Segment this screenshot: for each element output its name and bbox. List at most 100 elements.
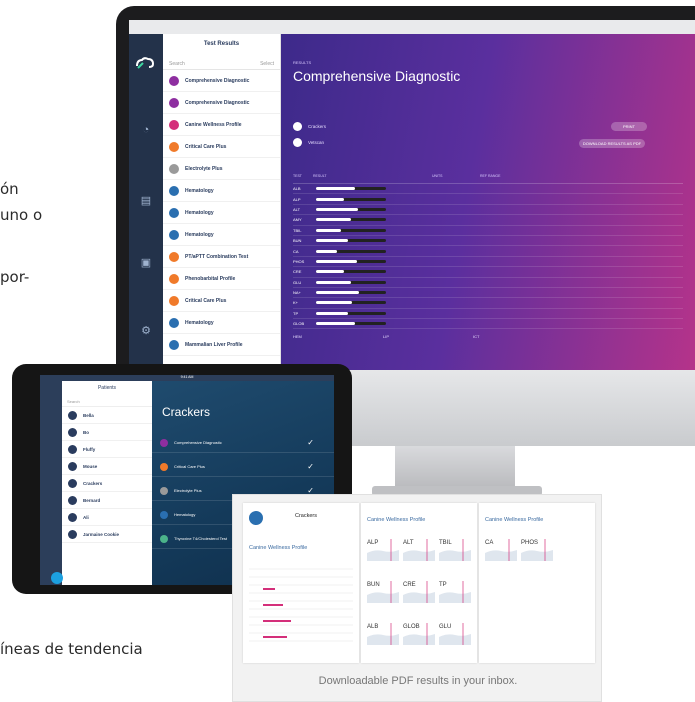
patient-name: Ali — [83, 514, 89, 520]
result-bar — [316, 280, 386, 284]
table-row[interactable]: AMY — [293, 215, 683, 226]
col-result: RESULT — [313, 174, 327, 178]
result-bar — [316, 207, 386, 211]
patient-list-item[interactable]: Bernard — [62, 492, 152, 509]
table-row[interactable]: ALP — [293, 194, 683, 205]
results-items: Comprehensive Diagnostic Comprehensive Di… — [163, 70, 280, 356]
pdf-mini-chart: TBIL — [439, 531, 471, 561]
test-type-icon — [169, 207, 179, 218]
table-row[interactable]: CRE — [293, 267, 683, 278]
browser-bar — [129, 20, 695, 34]
nav-home-icon[interactable]: ◔ — [138, 124, 154, 140]
result-list-item[interactable]: Critical Care Plus — [163, 290, 280, 312]
pdf-mini-chart: ALP — [367, 531, 399, 561]
search-filter[interactable]: Select — [260, 61, 274, 67]
pdf-mini-chart: CRE — [403, 573, 435, 603]
table-row[interactable]: TP — [293, 309, 683, 320]
row-test: TBIL — [293, 227, 302, 233]
patient-list-item[interactable]: Fluffy — [62, 441, 152, 458]
patient-list-item[interactable]: Crackers — [62, 475, 152, 492]
patient-list-item[interactable]: Jarmaine Cookie — [62, 526, 152, 543]
table-row[interactable]: CA — [293, 246, 683, 257]
result-list-item[interactable]: Hematology — [163, 224, 280, 246]
patient-test-row[interactable]: Critical Care Plus ✓ — [152, 457, 334, 477]
patient-info: Crackers — [293, 122, 326, 131]
result-list-item[interactable]: PT/aPTT Combination Test — [163, 246, 280, 268]
result-list-item[interactable]: Comprehensive Diagnostic — [163, 92, 280, 114]
table-row[interactable]: NA+ — [293, 288, 683, 299]
patient-avatar — [68, 427, 77, 437]
result-bar — [316, 259, 386, 263]
result-list-item[interactable]: Canine Wellness Profile — [163, 114, 280, 136]
result-list-item[interactable]: Hematology — [163, 202, 280, 224]
results-search[interactable]: Search Select — [163, 58, 280, 70]
test-type-icon — [169, 141, 179, 152]
test-type-icon — [160, 510, 168, 519]
result-list-item[interactable]: Electrolyte Plus — [163, 158, 280, 180]
patient-title: Crackers — [162, 405, 211, 419]
table-row[interactable]: GLU — [293, 278, 683, 288]
result-list-item[interactable]: Hematology — [163, 312, 280, 334]
result-item-title: Hematology — [185, 231, 214, 238]
nav-settings-icon[interactable]: ⚙ — [138, 324, 154, 340]
table-row[interactable]: K+ — [293, 298, 683, 309]
test-type-icon — [160, 462, 168, 471]
test-type-icon — [169, 273, 179, 284]
nav-patients-icon[interactable]: ▣ — [138, 256, 154, 272]
result-item-title: Hematology — [185, 319, 214, 326]
result-bar — [316, 187, 386, 191]
patient-list-item[interactable]: Bo — [62, 424, 152, 441]
results-table: TEST RESULT UNITS REF RANGE ALB ALP ALT AMY… — [293, 174, 683, 330]
patient-test-row[interactable]: Comprehensive Diagnostic ✓ — [152, 433, 334, 453]
pdf-page3-heading: Canine Wellness Profile — [485, 517, 544, 523]
table-row[interactable]: ALT — [293, 205, 683, 216]
device-icon — [293, 138, 302, 147]
nav-results-icon[interactable]: ▤ — [138, 194, 154, 210]
results-list: Test Results Search Select Comprehensive… — [163, 34, 281, 370]
patient-avatar — [68, 529, 77, 539]
patient-name: Mouse — [83, 463, 98, 469]
result-list-item[interactable]: Hematology — [163, 180, 280, 202]
tablet-nav-rail — [40, 381, 62, 585]
row-test: AMY — [293, 217, 302, 223]
footer-ict: ICT — [473, 334, 480, 339]
detail-title: Comprehensive Diagnostic — [293, 68, 461, 84]
result-list-item[interactable]: Comprehensive Diagnostic — [163, 70, 280, 92]
patient-search[interactable]: Search — [62, 397, 152, 407]
results-list-title: Test Results — [163, 34, 280, 58]
patient-avatar — [68, 444, 77, 454]
table-row[interactable]: ALB — [293, 184, 683, 195]
result-bar — [316, 228, 386, 232]
print-button[interactable]: PRINT — [611, 122, 647, 131]
result-bar — [316, 301, 386, 305]
table-row[interactable]: BUN — [293, 236, 683, 247]
download-pdf-button[interactable]: DOWNLOAD RESULTS AS PDF — [579, 139, 645, 148]
table-row[interactable]: PHOS — [293, 257, 683, 268]
patient-list-item[interactable]: Ali — [62, 509, 152, 526]
test-type-icon — [169, 163, 179, 174]
patient-name: Crackers — [308, 124, 327, 129]
result-bar — [316, 197, 386, 201]
tablet-add-button[interactable] — [51, 572, 63, 584]
pdf-mini-chart: ALB — [367, 615, 399, 645]
pdf-page-1: Crackers Canine Wellness Profile — [243, 503, 359, 663]
test-name: Electrolyte Plus — [174, 488, 202, 493]
result-list-item[interactable]: Mammalian Liver Profile — [163, 334, 280, 356]
test-type-icon — [169, 119, 179, 130]
patient-name: Bo — [83, 429, 89, 435]
row-test: ALT — [293, 206, 301, 212]
table-header: TEST RESULT UNITS REF RANGE — [293, 174, 683, 184]
table-row[interactable]: TBIL — [293, 226, 683, 236]
result-list-item[interactable]: Critical Care Plus — [163, 136, 280, 158]
result-list-item[interactable]: Phenobarbital Profile — [163, 268, 280, 290]
table-row[interactable]: GLOB — [293, 319, 683, 330]
col-units: UNITS — [432, 174, 443, 178]
result-detail: RESULTS Comprehensive Diagnostic Cracker… — [281, 34, 695, 370]
pdf-page-3: Canine Wellness Profile CA PHOS — [479, 503, 595, 663]
patient-list-item[interactable]: Mouse — [62, 458, 152, 475]
pdf-mini-chart: PHOS — [521, 531, 553, 561]
patient-name: Bernard — [83, 497, 101, 503]
result-bar — [316, 239, 386, 243]
patient-list-item[interactable]: Bella — [62, 407, 152, 424]
result-item-title: Canine Wellness Profile — [185, 121, 242, 128]
